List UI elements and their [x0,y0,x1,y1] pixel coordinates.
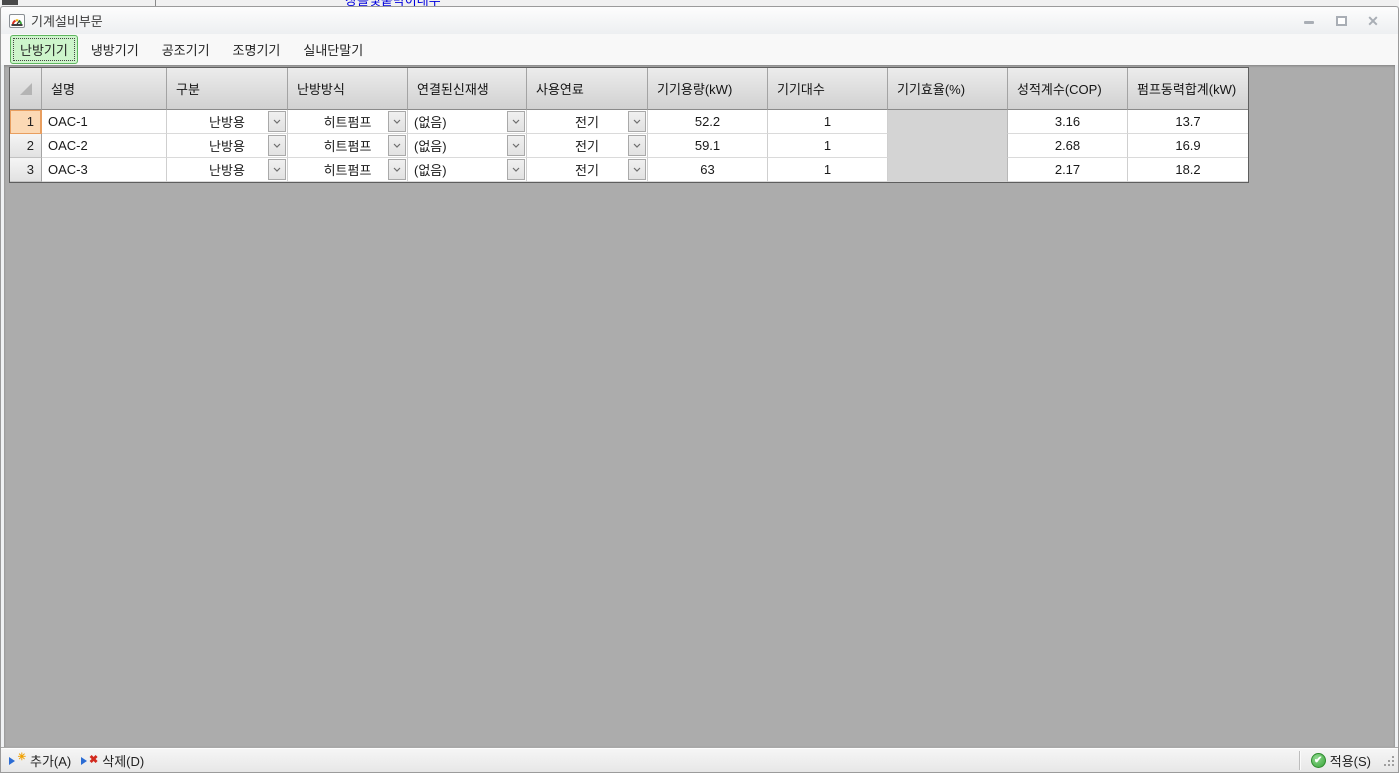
cell-renewable-combo[interactable]: (없음) [408,134,527,158]
chevron-down-icon[interactable] [628,111,646,132]
tab-lighting-equipment[interactable]: 조명기기 [223,36,291,63]
cell-capacity[interactable]: 63 [648,158,768,182]
cell-capacity[interactable]: 59.1 [648,134,768,158]
status-bar-separator [1298,750,1300,770]
cell-category-combo[interactable]: 난방용 [167,158,288,182]
chevron-down-icon[interactable] [628,159,646,180]
add-button[interactable]: ✳ 추가(A) [4,749,76,772]
chevron-down-icon[interactable] [268,135,286,156]
cell-fuel-combo[interactable]: 전기 [527,110,648,134]
cell-description[interactable]: OAC-3 [42,158,167,182]
close-button[interactable]: ✕ [1362,12,1384,30]
delete-button[interactable]: ✖ 삭제(D) [76,749,149,772]
maximize-button[interactable] [1330,12,1352,30]
delete-icon: ✖ [81,754,98,767]
maximize-icon [1335,15,1347,26]
gauge-app-icon [9,13,25,29]
column-header-renewable[interactable]: 연결된신재생 [408,68,527,110]
chevron-down-icon[interactable] [388,111,406,132]
chevron-down-icon[interactable] [388,159,406,180]
cell-fuel-combo[interactable]: 전기 [527,158,648,182]
column-header-category[interactable]: 구분 [167,68,288,110]
column-header-description[interactable]: 설명 [42,68,167,110]
cell-pump-total[interactable]: 16.9 [1128,134,1248,158]
background-text-fragment [2,0,18,5]
column-header-efficiency[interactable]: 기기효율(%) [888,68,1008,110]
window-controls: ✕ [1298,12,1390,30]
row-header[interactable]: 1 [10,110,42,134]
close-icon: ✕ [1367,12,1379,29]
cell-efficiency-disabled [888,110,1008,134]
cell-efficiency-disabled [888,134,1008,158]
cell-capacity[interactable]: 52.2 [648,110,768,134]
chevron-down-icon[interactable] [507,135,525,156]
add-icon: ✳ [9,752,26,767]
cell-pump-total[interactable]: 18.2 [1128,158,1248,182]
tab-heating-equipment[interactable]: 난방기기 [10,35,78,64]
check-icon: ✔ [1310,752,1326,768]
status-bar: ✳ 추가(A) ✖ 삭제(D) ✔ 적용(S) [1,747,1398,772]
cell-renewable-combo[interactable]: (없음) [408,158,527,182]
corner-triangle-icon [19,82,32,95]
chevron-down-icon[interactable] [628,135,646,156]
column-header-fuel[interactable]: 사용연료 [527,68,648,110]
chevron-down-icon[interactable] [507,159,525,180]
cell-heating-method-combo[interactable]: 히트펌프 [288,134,408,158]
cell-unit-count[interactable]: 1 [768,110,888,134]
minimize-icon [1304,21,1314,24]
status-bar-right: ✔ 적용(S) [1298,748,1395,772]
window-title: 기계설비부문 [31,14,103,29]
dialog-window: 기계설비부문 ✕ 난방기기 냉방기기 공조기기 조명기기 실내단말기 설명 구분… [0,6,1399,773]
content-area: 설명 구분 난방방식 연결된신재생 사용연료 기기용량(kW) 기기대수 기기효… [1,65,1398,747]
cell-heating-method-combo[interactable]: 히트펌프 [288,158,408,182]
title-bar[interactable]: 기계설비부문 ✕ [1,7,1398,34]
cell-description[interactable]: OAC-2 [42,134,167,158]
chevron-down-icon[interactable] [268,111,286,132]
cell-unit-count[interactable]: 1 [768,134,888,158]
apply-button[interactable]: ✔ 적용(S) [1306,749,1376,772]
cell-cop[interactable]: 2.68 [1008,134,1128,158]
cell-fuel-combo[interactable]: 전기 [527,134,648,158]
resize-grip[interactable] [1382,754,1395,767]
cell-unit-count[interactable]: 1 [768,158,888,182]
cell-efficiency-disabled [888,158,1008,182]
cell-cop[interactable]: 3.16 [1008,110,1128,134]
equipment-table: 설명 구분 난방방식 연결된신재생 사용연료 기기용량(kW) 기기대수 기기효… [9,67,1249,183]
cell-heating-method-combo[interactable]: 히트펌프 [288,110,408,134]
cell-cop[interactable]: 2.17 [1008,158,1128,182]
tab-indoor-terminal[interactable]: 실내단말기 [293,36,373,63]
minimize-button[interactable] [1298,12,1320,30]
column-header-unit-count[interactable]: 기기대수 [768,68,888,110]
tab-cooling-equipment[interactable]: 냉방기기 [81,36,149,63]
column-header-capacity[interactable]: 기기용량(kW) [648,68,768,110]
delete-button-label: 삭제(D) [102,753,145,769]
column-header-pump-total[interactable]: 펌프동력합계(kW) [1128,68,1248,110]
add-button-label: 추가(A) [30,753,72,769]
row-header[interactable]: 3 [10,158,42,182]
cell-category-combo[interactable]: 난방용 [167,134,288,158]
select-all-corner[interactable] [10,68,42,110]
chevron-down-icon[interactable] [268,159,286,180]
row-header[interactable]: 2 [10,134,42,158]
column-header-cop[interactable]: 성적계수(COP) [1008,68,1128,110]
apply-button-label: 적용(S) [1329,753,1371,769]
chevron-down-icon[interactable] [388,135,406,156]
cell-category-combo[interactable]: 난방용 [167,110,288,134]
cell-description[interactable]: OAC-1 [42,110,167,134]
chevron-down-icon[interactable] [507,111,525,132]
tab-hvac-equipment[interactable]: 공조기기 [152,36,220,63]
tab-bar: 난방기기 냉방기기 공조기기 조명기기 실내단말기 [1,34,1398,65]
cell-pump-total[interactable]: 13.7 [1128,110,1248,134]
cell-renewable-combo[interactable]: (없음) [408,110,527,134]
column-header-heating-method[interactable]: 난방방식 [288,68,408,110]
screen: 창틀및붙박이대수 기계설비부문 ✕ 난방기 [0,0,1399,773]
